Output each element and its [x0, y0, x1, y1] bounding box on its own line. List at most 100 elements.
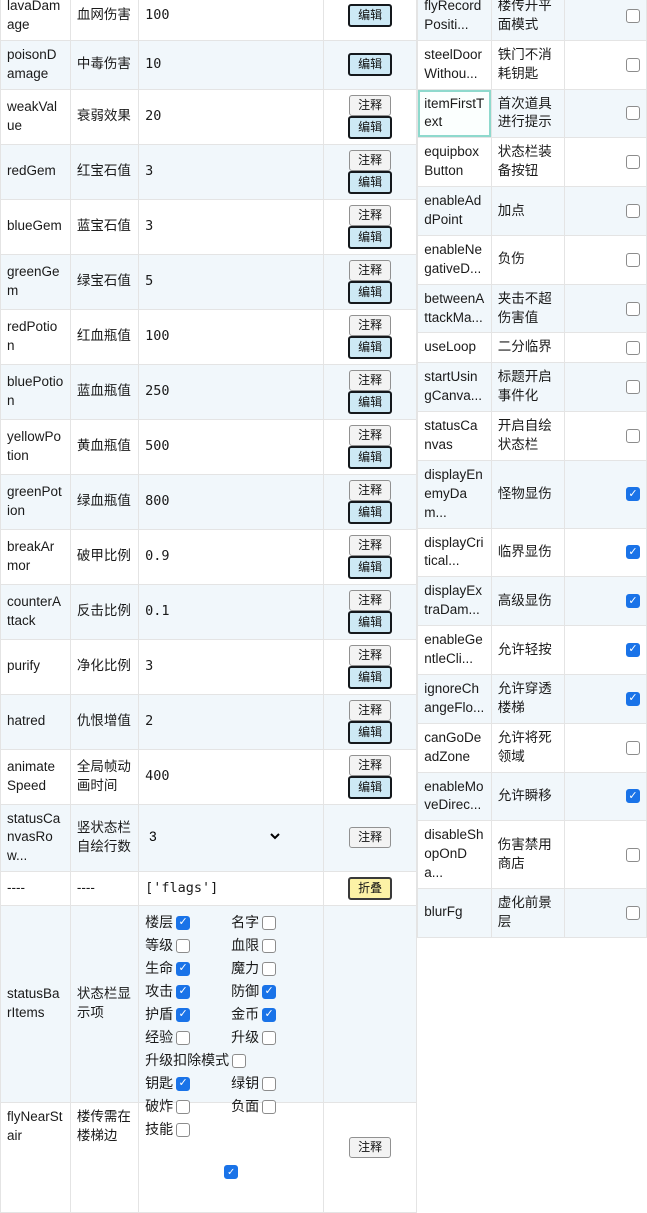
edit-button[interactable]: 编辑 — [348, 391, 392, 414]
comment-button[interactable]: 注释 — [349, 205, 391, 226]
config-value-cell[interactable]: 500 — [139, 420, 324, 475]
status-bar-item-checkbox[interactable] — [262, 1008, 276, 1022]
edit-button[interactable]: 编辑 — [348, 4, 392, 27]
config-key-cell[interactable]: flyNearStair — [0, 1103, 71, 1213]
edit-button[interactable]: 编辑 — [348, 446, 392, 469]
status-bar-item-checkbox[interactable] — [176, 939, 190, 953]
config-flag-checkbox[interactable] — [626, 848, 640, 862]
comment-button[interactable]: 注释 — [349, 1137, 391, 1158]
comment-button[interactable]: 注释 — [349, 645, 391, 666]
comment-button[interactable]: 注释 — [349, 590, 391, 611]
config-value-cell[interactable]: 3 — [139, 640, 324, 695]
config-flag-checkbox[interactable] — [626, 341, 640, 355]
config-flag-checkbox[interactable] — [626, 380, 640, 394]
edit-button[interactable]: 编辑 — [348, 666, 392, 689]
config-key-cell[interactable]: redPotion — [0, 310, 71, 365]
config-value-checkbox[interactable] — [224, 1165, 238, 1179]
comment-button[interactable]: 注释 — [349, 827, 391, 848]
status-canvas-rows-select[interactable]: 3 — [145, 828, 283, 845]
config-key-cell[interactable]: startUsingCanva... — [417, 363, 491, 412]
collapse-button[interactable]: 折叠 — [348, 877, 392, 900]
config-flag-checkbox[interactable] — [626, 643, 640, 657]
comment-button[interactable]: 注释 — [349, 700, 391, 721]
config-key-cell[interactable]: itemFirstText — [417, 90, 491, 139]
config-key-cell[interactable]: displayCritical... — [417, 529, 491, 578]
status-bar-item-checkbox[interactable] — [176, 962, 190, 976]
edit-button[interactable]: 编辑 — [348, 611, 392, 634]
comment-button[interactable]: 注释 — [349, 150, 391, 171]
config-flag-checkbox[interactable] — [626, 253, 640, 267]
status-bar-item-checkbox[interactable] — [262, 962, 276, 976]
config-flag-checkbox[interactable] — [626, 789, 640, 803]
comment-button[interactable]: 注释 — [349, 370, 391, 391]
status-bar-item-checkbox[interactable] — [262, 1031, 276, 1045]
config-flag-checkbox[interactable] — [626, 204, 640, 218]
config-key-cell[interactable]: counterAttack — [0, 585, 71, 640]
edit-button[interactable]: 编辑 — [348, 116, 392, 139]
config-flag-checkbox[interactable] — [626, 9, 640, 23]
status-bar-item-checkbox[interactable] — [262, 985, 276, 999]
edit-button[interactable]: 编辑 — [348, 226, 392, 249]
comment-button[interactable]: 注释 — [349, 425, 391, 446]
comment-button[interactable]: 注释 — [349, 95, 391, 116]
status-bar-item-checkbox[interactable] — [262, 939, 276, 953]
config-key-cell[interactable]: greenGem — [0, 255, 71, 310]
config-key-cell[interactable]: statusCanvasRow... — [0, 805, 71, 873]
comment-button[interactable]: 注释 — [349, 535, 391, 556]
config-flag-checkbox[interactable] — [626, 302, 640, 316]
config-value-cell[interactable]: 0.1 — [139, 585, 324, 640]
status-bar-item-checkbox[interactable] — [176, 1077, 190, 1091]
config-key-cell[interactable]: betweenAttackMa... — [417, 285, 491, 334]
edit-button[interactable]: 编辑 — [348, 501, 392, 524]
config-value-cell[interactable]: 0.9 — [139, 530, 324, 585]
config-value-cell[interactable]: 3 — [139, 145, 324, 200]
config-key-cell[interactable]: enableAddPoint — [417, 187, 491, 236]
config-value-cell[interactable]: 2 — [139, 695, 324, 750]
config-key-cell[interactable]: breakArmor — [0, 530, 71, 585]
config-value-cell[interactable]: 5 — [139, 255, 324, 310]
config-flag-checkbox[interactable] — [626, 155, 640, 169]
config-key-cell[interactable]: ignoreChangeFlo... — [417, 675, 491, 724]
config-value-cell[interactable]: 400 — [139, 750, 324, 805]
config-key-cell[interactable]: poisonDamage — [0, 41, 71, 90]
config-key-cell[interactable]: statusBarItems — [0, 906, 71, 1103]
status-bar-item-checkbox[interactable] — [232, 1054, 246, 1068]
comment-button[interactable]: 注释 — [349, 480, 391, 501]
edit-button[interactable]: 编辑 — [348, 171, 392, 194]
config-key-cell[interactable]: enableGentleCli... — [417, 626, 491, 675]
config-flag-checkbox[interactable] — [626, 545, 640, 559]
config-value-cell[interactable]: ['flags'] — [139, 872, 324, 906]
edit-button[interactable]: 编辑 — [348, 336, 392, 359]
comment-button[interactable]: 注释 — [349, 755, 391, 776]
status-bar-item-checkbox[interactable] — [176, 1031, 190, 1045]
config-flag-checkbox[interactable] — [626, 487, 640, 501]
config-value-cell[interactable]: 100 — [139, 310, 324, 365]
comment-button[interactable]: 注释 — [349, 315, 391, 336]
config-flag-checkbox[interactable] — [626, 906, 640, 920]
config-key-cell[interactable]: displayExtraDam... — [417, 577, 491, 626]
config-key-cell[interactable]: blurFg — [417, 889, 491, 938]
config-key-cell[interactable]: animateSpeed — [0, 750, 71, 805]
config-value-cell[interactable]: 100 — [139, 0, 324, 41]
config-key-cell[interactable]: ---- — [0, 872, 71, 906]
config-key-cell[interactable]: steelDoorWithou... — [417, 41, 491, 90]
status-bar-item-checkbox[interactable] — [176, 916, 190, 930]
status-bar-item-checkbox[interactable] — [262, 916, 276, 930]
config-key-cell[interactable]: canGoDeadZone — [417, 724, 491, 773]
status-bar-item-checkbox[interactable] — [176, 1100, 190, 1114]
config-key-cell[interactable]: greenPotion — [0, 475, 71, 530]
config-key-cell[interactable]: flyRecordPositi... — [417, 0, 491, 41]
edit-button[interactable]: 编辑 — [348, 721, 392, 744]
config-key-cell[interactable]: displayEnemyDam... — [417, 461, 491, 529]
config-key-cell[interactable]: yellowPotion — [0, 420, 71, 475]
config-value-cell[interactable]: 250 — [139, 365, 324, 420]
config-key-cell[interactable]: disableShopOnDa... — [417, 821, 491, 889]
status-bar-item-checkbox[interactable] — [176, 1008, 190, 1022]
config-flag-checkbox[interactable] — [626, 741, 640, 755]
config-key-cell[interactable]: redGem — [0, 145, 71, 200]
config-value-cell[interactable]: 10 — [139, 41, 324, 90]
config-key-cell[interactable]: blueGem — [0, 200, 71, 255]
config-key-cell[interactable]: purify — [0, 640, 71, 695]
edit-button[interactable]: 编辑 — [348, 776, 392, 799]
status-bar-item-checkbox[interactable] — [176, 985, 190, 999]
